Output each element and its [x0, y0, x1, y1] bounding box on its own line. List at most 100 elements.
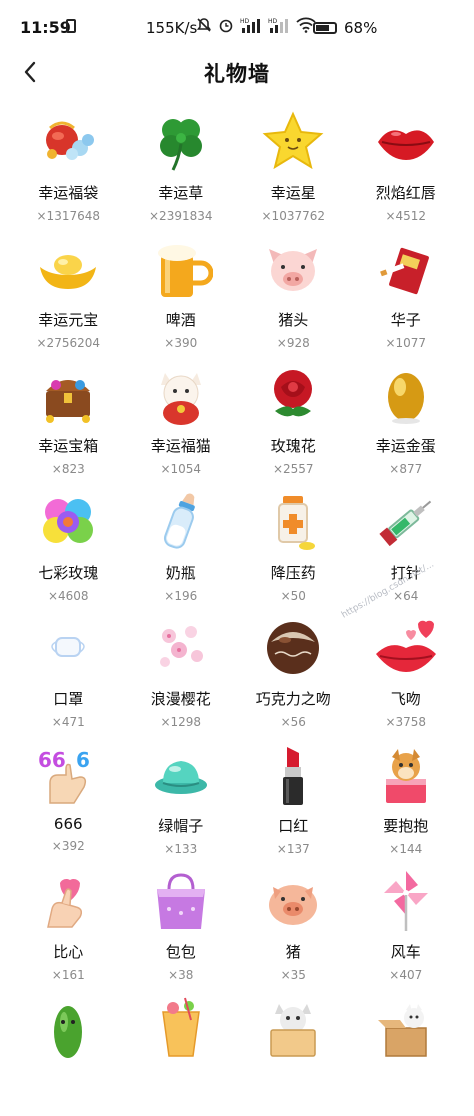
handbag-icon	[147, 867, 215, 935]
gift-count: ×877	[389, 462, 422, 476]
gift-name: 浪漫樱花	[151, 688, 211, 709]
flying-kiss-icon	[372, 614, 440, 682]
treasure-chest-icon	[34, 361, 102, 429]
gift-item[interactable]: 比心 ×161	[12, 863, 125, 990]
gift-name: 幸运金蛋	[376, 435, 436, 456]
gift-item[interactable]: 要抱抱 ×144	[350, 737, 463, 864]
gift-count: ×407	[389, 968, 422, 982]
gift-item[interactable]: 烈焰红唇 ×4512	[350, 104, 463, 231]
gift-item[interactable]: 飞吻 ×3758	[350, 610, 463, 737]
status-time: 11:59	[20, 18, 71, 37]
gift-item[interactable]: 浪漫樱花 ×1298	[125, 610, 238, 737]
gift-count: ×390	[164, 336, 197, 350]
gift-name: 猪	[286, 941, 301, 962]
gift-name: 奶瓶	[166, 562, 196, 583]
page-title: 礼物墙	[0, 58, 474, 88]
gift-item[interactable]: 巧克力之吻 ×56	[237, 610, 350, 737]
gift-item[interactable]: 口红 ×137	[237, 737, 350, 864]
network-speed: 155K/s	[146, 19, 197, 37]
chocolate-icon	[259, 614, 327, 682]
gift-item[interactable]: 幸运福袋 ×1317648	[12, 104, 125, 231]
gift-item[interactable]: 幸运草 ×2391834	[125, 104, 238, 231]
finger-heart-icon	[34, 867, 102, 935]
gift-item[interactable]: 幸运金蛋 ×877	[350, 357, 463, 484]
gift-item[interactable]: 绿帽子 ×133	[125, 737, 238, 864]
drink-icon	[147, 994, 215, 1062]
gift-item[interactable]: 打针 ×64	[350, 484, 463, 611]
gift-name: 包包	[166, 941, 196, 962]
gift-count: ×144	[389, 842, 422, 856]
gift-count: ×38	[168, 968, 193, 982]
gift-name: 口罩	[53, 688, 83, 709]
gift-item[interactable]: 66 6 666 ×392	[12, 737, 125, 864]
gift-name: 飞吻	[391, 688, 421, 709]
gift-count: ×2557	[273, 462, 314, 476]
alarm-icon	[218, 17, 234, 33]
gift-count: ×2756204	[37, 336, 101, 350]
gift-name: 比心	[53, 941, 83, 962]
gift-item[interactable]: 猪 ×35	[237, 863, 350, 990]
gift-name: 幸运草	[158, 182, 203, 203]
cigarette-icon	[372, 235, 440, 303]
gift-count: ×928	[277, 336, 310, 350]
gift-item[interactable]: 幸运宝箱 ×823	[12, 357, 125, 484]
gift-count: ×1317648	[37, 209, 101, 223]
gift-count: ×50	[281, 589, 306, 603]
gift-item[interactable]: 华子 ×1077	[350, 231, 463, 358]
mute-icon	[196, 17, 212, 33]
gift-item[interactable]: 幸运元宝 ×2756204	[12, 231, 125, 358]
battery-percent: 68%	[344, 19, 377, 37]
rose-icon	[259, 361, 327, 429]
gift-item[interactable]: 风车 ×407	[350, 863, 463, 990]
battery-icon	[313, 22, 337, 34]
cucumber-icon	[34, 994, 102, 1062]
lucky-cat-icon	[147, 361, 215, 429]
cat-box-icon	[372, 994, 440, 1062]
gift-count: ×1298	[160, 715, 201, 729]
gift-name: 七彩玫瑰	[38, 562, 98, 583]
gift-count: ×1037762	[262, 209, 326, 223]
svg-text:HD: HD	[240, 18, 250, 25]
gift-count: ×56	[281, 715, 306, 729]
status-icons: HD HD	[196, 17, 316, 33]
gift-name: 华子	[391, 309, 421, 330]
pinwheel-icon	[372, 867, 440, 935]
gift-item[interactable]: 幸运福猫 ×1054	[125, 357, 238, 484]
gift-item[interactable]: 玫瑰花 ×2557	[237, 357, 350, 484]
gift-item[interactable]: 啤酒 ×390	[125, 231, 238, 358]
lipstick-icon	[259, 741, 327, 809]
pig-head-icon	[259, 235, 327, 303]
gold-ingot-icon	[34, 235, 102, 303]
gift-item[interactable]: 降压药 ×50	[237, 484, 350, 611]
gift-item[interactable]: 口罩 ×471	[12, 610, 125, 737]
hd-signal-icon: HD	[268, 17, 290, 33]
cherry-blossom-icon	[147, 614, 215, 682]
gift-item[interactable]: 幸运星 ×1037762	[237, 104, 350, 231]
star-icon	[259, 108, 327, 176]
gift-count: ×196	[164, 589, 197, 603]
green-hat-icon	[147, 741, 215, 809]
hand-666-icon: 66 6	[34, 741, 102, 809]
gift-name: 绿帽子	[158, 815, 203, 836]
svg-text:6: 6	[76, 748, 90, 772]
red-lips-icon	[372, 108, 440, 176]
mask-icon	[34, 614, 102, 682]
lucky-bag-icon	[34, 108, 102, 176]
clover-icon	[147, 108, 215, 176]
svg-text:HD: HD	[268, 18, 278, 25]
cat-sign-icon	[259, 994, 327, 1062]
medicine-icon	[259, 488, 327, 556]
gift-count: ×35	[281, 968, 306, 982]
gift-count: ×4608	[48, 589, 89, 603]
gift-name: 口红	[278, 815, 308, 836]
gift-count: ×823	[52, 462, 85, 476]
hug-dog-icon	[372, 741, 440, 809]
gift-item[interactable]: 包包 ×38	[125, 863, 238, 990]
gift-count: ×1054	[160, 462, 201, 476]
gift-item[interactable]: 奶瓶 ×196	[125, 484, 238, 611]
gift-item[interactable]: 猪头 ×928	[237, 231, 350, 358]
gift-item[interactable]: 七彩玫瑰 ×4608	[12, 484, 125, 611]
beer-icon	[147, 235, 215, 303]
gift-name: 幸运福袋	[38, 182, 98, 203]
rainbow-rose-icon	[34, 488, 102, 556]
